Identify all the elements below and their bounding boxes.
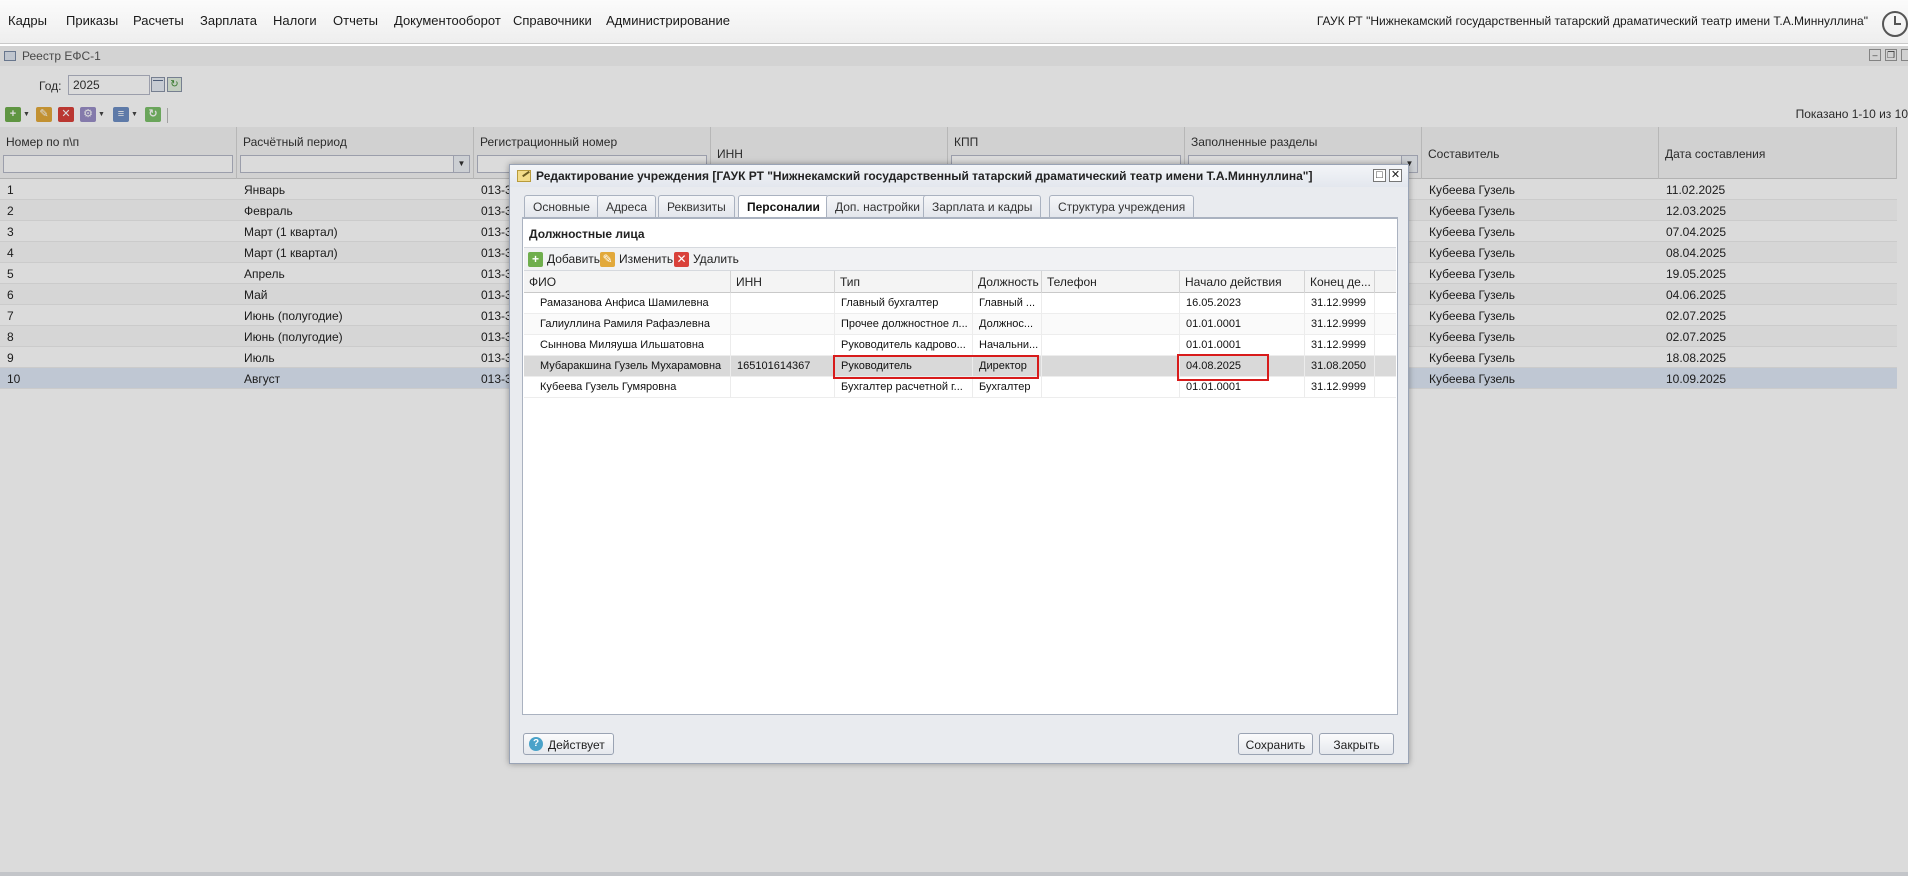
cell-phone [1042, 314, 1180, 335]
menu-item-nalogi[interactable]: Налоги [273, 13, 317, 28]
cell-phone [1042, 377, 1180, 398]
cell-type: Руководитель кадрово... [835, 335, 973, 356]
official-row[interactable]: Галиуллина Рамиля Рафаэлевна Прочее долж… [524, 314, 1396, 335]
cell-position: Начальни... [973, 335, 1042, 356]
cell-end: 31.12.9999 [1305, 293, 1375, 314]
clock-icon[interactable] [1882, 11, 1908, 37]
tab-structure[interactable]: Структура учреждения [1049, 195, 1195, 217]
cell-position: Бухгалтер [973, 377, 1042, 398]
cell-inn [731, 314, 835, 335]
cell-fio: Кубеева Гузель Гумяровна [524, 377, 731, 398]
cell-start: 04.08.2025 [1180, 356, 1305, 377]
official-row[interactable]: Рамазанова Анфиса Шамилевна Главный бухг… [524, 293, 1396, 314]
menu-item-raschety[interactable]: Расчеты [133, 13, 184, 28]
cell-start: 01.01.0001 [1180, 335, 1305, 356]
cell-position: Директор [973, 356, 1042, 377]
delete-button[interactable]: ✕ Удалить [674, 252, 739, 268]
cell-position: Главный ... [973, 293, 1042, 314]
cell-type: Руководитель [835, 356, 973, 377]
cell-phone [1042, 335, 1180, 356]
edit-icon [517, 170, 531, 182]
delete-icon: ✕ [674, 252, 689, 267]
cell-type: Бухгалтер расчетной г... [835, 377, 973, 398]
column-fio[interactable]: ФИО [524, 271, 731, 293]
cell-end: 31.12.9999 [1305, 314, 1375, 335]
add-button[interactable]: + Добавить [528, 252, 600, 268]
personnel-panel: Должностные лица + Добавить ✎ Изменить ✕… [522, 218, 1398, 715]
tab-main[interactable]: Основные [524, 195, 599, 217]
cell-inn [731, 293, 835, 314]
save-button[interactable]: Сохранить [1238, 733, 1313, 755]
cell-start: 01.01.0001 [1180, 314, 1305, 335]
close-button[interactable]: Закрыть [1319, 733, 1394, 755]
close-icon[interactable]: ✕ [1389, 169, 1402, 182]
status-icon: ? [529, 737, 543, 751]
tab-addresses[interactable]: Адреса [597, 195, 657, 217]
column-type[interactable]: Тип [835, 271, 973, 293]
edit-button-label: Изменить [619, 252, 674, 266]
cell-inn [731, 377, 835, 398]
menu-item-documents[interactable]: Документооборот [394, 13, 501, 28]
column-end[interactable]: Конец де... [1305, 271, 1375, 293]
menu-item-admin[interactable]: Администрирование [606, 13, 730, 28]
cell-phone [1042, 293, 1180, 314]
cell-end: 31.08.2050 [1305, 356, 1375, 377]
cell-start: 16.05.2023 [1180, 293, 1305, 314]
section-title: Должностные лица [529, 227, 645, 241]
status-button[interactable]: ? Действует [523, 733, 614, 755]
menu-item-kadry[interactable]: Кадры [8, 13, 47, 28]
cell-end: 31.12.9999 [1305, 377, 1375, 398]
menu-item-directories[interactable]: Справочники [513, 13, 592, 28]
cell-phone [1042, 356, 1180, 377]
dialog-title: Редактирование учреждения [ГАУК РТ "Нижн… [536, 169, 1313, 183]
column-inn[interactable]: ИНН [731, 271, 835, 293]
edit-institution-dialog: Редактирование учреждения [ГАУК РТ "Нижн… [509, 164, 1409, 764]
official-row[interactable]: Кубеева Гузель Гумяровна Бухгалтер расче… [524, 377, 1396, 398]
menu-item-prikazy[interactable]: Приказы [66, 13, 118, 28]
main-menu-bar: Кадры Приказы Расчеты Зарплата Налоги От… [0, 0, 1908, 44]
menu-item-zarplata[interactable]: Зарплата [200, 13, 257, 28]
cell-type: Главный бухгалтер [835, 293, 973, 314]
cell-fio: Мубаракшина Гузель Мухарамовна [524, 356, 731, 377]
cell-position: Должнос... [973, 314, 1042, 335]
delete-button-label: Удалить [693, 252, 739, 266]
official-row-selected[interactable]: Мубаракшина Гузель Мухарамовна 165101614… [524, 356, 1396, 377]
tab-extra-settings[interactable]: Доп. настройки [826, 195, 929, 217]
edit-button[interactable]: ✎ Изменить [600, 252, 673, 268]
add-icon: + [528, 252, 543, 267]
officials-toolbar: + Добавить ✎ Изменить ✕ Удалить [524, 247, 1396, 271]
column-position[interactable]: Должность [973, 271, 1042, 293]
cell-type: Прочее должностное л... [835, 314, 973, 335]
organization-name: ГАУК РТ "Нижнекамский государственный та… [1316, 14, 1868, 28]
cell-inn: 165101614367 [731, 356, 835, 377]
cell-fio: Рамазанова Анфиса Шамилевна [524, 293, 731, 314]
dialog-title-bar[interactable]: Редактирование учреждения [ГАУК РТ "Нижн… [510, 165, 1408, 187]
tab-personnel[interactable]: Персоналии [738, 195, 829, 218]
cell-start: 01.01.0001 [1180, 377, 1305, 398]
menu-item-otchety[interactable]: Отчеты [333, 13, 378, 28]
official-row[interactable]: Сыннова Миляуша Ильшатовна Руководитель … [524, 335, 1396, 356]
status-button-label: Действует [548, 738, 605, 752]
add-button-label: Добавить [547, 252, 601, 266]
column-phone[interactable]: Телефон [1042, 271, 1180, 293]
cell-fio: Сыннова Миляуша Ильшатовна [524, 335, 731, 356]
column-start[interactable]: Начало действия [1180, 271, 1305, 293]
cell-inn [731, 335, 835, 356]
maximize-icon[interactable]: □ [1373, 169, 1386, 182]
officials-grid-header: ФИО ИНН Тип Должность Телефон Начало дей… [524, 271, 1396, 293]
cell-fio: Галиуллина Рамиля Рафаэлевна [524, 314, 731, 335]
tab-salary-hr[interactable]: Зарплата и кадры [923, 195, 1042, 217]
tab-requisites[interactable]: Реквизиты [658, 195, 735, 217]
pencil-icon: ✎ [600, 252, 615, 267]
cell-end: 31.12.9999 [1305, 335, 1375, 356]
